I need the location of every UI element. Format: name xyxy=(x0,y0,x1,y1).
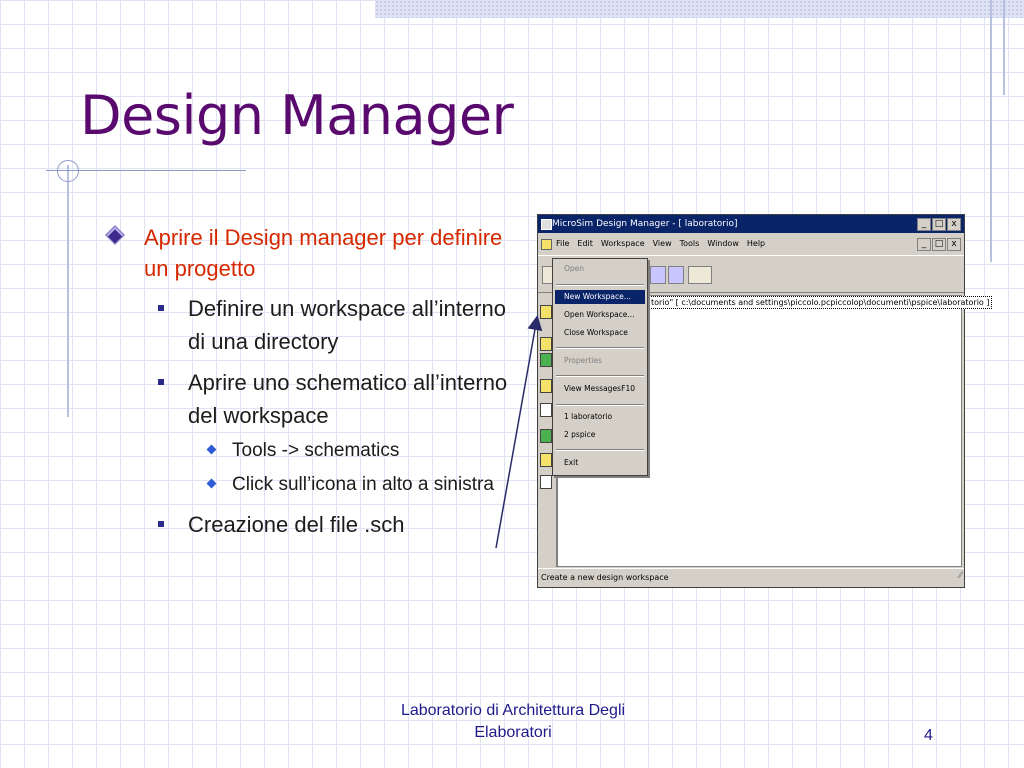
diamond-bullet-icon xyxy=(105,225,125,245)
menu-window[interactable]: Window xyxy=(703,235,743,253)
bullet-subsub: Click sull’icona in alto a sinistra xyxy=(100,470,510,500)
window-title: MicroSim Design Manager - [ laboratorio] xyxy=(552,219,738,229)
bullet-text: Aprire uno schematico all’interno del wo… xyxy=(188,370,508,428)
decoration-vertical-line xyxy=(1003,0,1005,95)
tool-icon[interactable] xyxy=(540,379,552,393)
menu-item-open[interactable]: Open xyxy=(555,262,645,276)
slide-title: Design Manager xyxy=(80,84,514,147)
tool-icon[interactable] xyxy=(540,337,552,351)
tool-icon[interactable] xyxy=(540,429,552,443)
top-decoration-band xyxy=(375,0,1024,18)
page-number: 4 xyxy=(924,727,933,744)
bullet-list: Aprire il Design manager per definire un… xyxy=(100,222,510,541)
toolbar-button-icon[interactable] xyxy=(668,266,684,284)
decoration-vertical-line xyxy=(990,0,992,262)
status-bar: Create a new design workspace ⁄⁄ xyxy=(538,568,964,587)
bullet-text: Definire un workspace all’interno di una… xyxy=(188,296,506,354)
file-menu-dropdown: Open New Workspace... Open Workspace... … xyxy=(552,258,648,476)
window-title-bar: MicroSim Design Manager - [ laboratorio]… xyxy=(538,215,964,233)
toolbar-button-icon[interactable] xyxy=(650,266,666,284)
menu-item-open-workspace[interactable]: Open Workspace... xyxy=(555,308,645,322)
square-bullet-icon xyxy=(158,521,164,527)
small-diamond-bullet-icon xyxy=(206,478,217,489)
menu-bar: File Edit Workspace View Tools Window Help _ □… xyxy=(538,235,964,253)
doc-close-button[interactable]: x xyxy=(947,238,961,251)
doc-minimize-button[interactable]: _ xyxy=(917,238,931,251)
small-diamond-bullet-icon xyxy=(206,444,217,455)
menu-separator xyxy=(556,284,644,286)
maximize-button[interactable]: □ xyxy=(932,218,946,231)
menu-shortcut: F10 xyxy=(621,384,635,393)
decoration-vertical-line xyxy=(67,165,69,417)
bullet-subsub: Tools -> schematics xyxy=(100,436,510,466)
menu-help[interactable]: Help xyxy=(743,235,769,253)
app-icon xyxy=(541,219,552,230)
footer-line-1: Laboratorio di Architettura Degli xyxy=(400,702,626,719)
decoration-circle xyxy=(57,160,79,182)
toolbar-button-icon[interactable] xyxy=(688,266,712,284)
footer-text: Laboratorio di Architettura Degli Elabor… xyxy=(348,700,678,744)
bullet-text: Click sull’icona in alto a sinistra xyxy=(232,474,494,495)
footer-line-2: Elaboratori xyxy=(474,724,552,741)
menu-tools[interactable]: Tools xyxy=(676,235,704,253)
document-icon xyxy=(541,239,552,250)
menu-workspace[interactable]: Workspace xyxy=(597,235,649,253)
square-bullet-icon xyxy=(158,379,164,385)
menu-edit[interactable]: Edit xyxy=(573,235,597,253)
bullet-sub: Definire un workspace all’interno di una… xyxy=(100,292,510,358)
status-text: Create a new design workspace xyxy=(541,573,669,582)
menu-item-close-workspace[interactable]: Close Workspace xyxy=(555,326,645,340)
bullet-main: Aprire il Design manager per definire un… xyxy=(100,222,510,284)
tool-icon[interactable] xyxy=(540,475,552,489)
tool-icon[interactable] xyxy=(540,403,552,417)
menu-separator xyxy=(556,347,644,349)
menu-item-exit[interactable]: Exit xyxy=(555,456,645,470)
minimize-button[interactable]: _ xyxy=(917,218,931,231)
bullet-text: Creazione del file .sch xyxy=(188,512,405,537)
bullet-sub: Creazione del file .sch xyxy=(100,508,510,541)
schematics-tool-icon[interactable] xyxy=(540,305,552,319)
close-button[interactable]: x xyxy=(947,218,961,231)
menu-file[interactable]: File xyxy=(552,235,573,253)
menu-item-properties[interactable]: Properties xyxy=(555,354,645,368)
tool-icon[interactable] xyxy=(540,353,552,367)
bullet-text: Aprire il Design manager per definire un… xyxy=(144,225,503,281)
menu-separator xyxy=(556,449,644,451)
bullet-sub: Aprire uno schematico all’interno del wo… xyxy=(100,366,510,432)
menu-separator xyxy=(556,375,644,377)
menu-separator xyxy=(556,404,644,406)
square-bullet-icon xyxy=(158,305,164,311)
doc-restore-button[interactable]: □ xyxy=(932,238,946,251)
bullet-text: Tools -> schematics xyxy=(232,440,400,461)
tool-icon[interactable] xyxy=(540,453,552,467)
workspace-path: torio" [ c:\documents and settings\picco… xyxy=(648,296,993,309)
menu-item-new-workspace[interactable]: New Workspace... xyxy=(555,290,645,304)
menu-item-recent-2[interactable]: 2 pspice xyxy=(555,428,645,442)
menu-view[interactable]: View xyxy=(649,235,676,253)
menu-item-view-messages[interactable]: View Messages F10 xyxy=(555,382,645,396)
menu-item-label: View Messages xyxy=(564,384,621,393)
resize-grip-icon[interactable]: ⁄⁄ xyxy=(959,567,962,585)
menu-item-recent-1[interactable]: 1 laboratorio xyxy=(555,410,645,424)
